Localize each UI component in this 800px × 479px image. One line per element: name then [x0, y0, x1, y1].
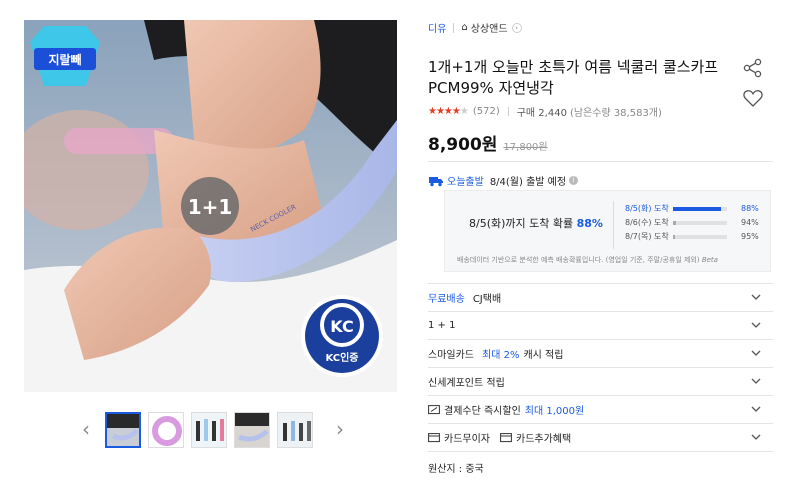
divider: [507, 107, 509, 116]
remaining-stock: (남은수량 38,583개): [569, 108, 662, 119]
bundle-label: 1 + 1: [428, 320, 456, 331]
coupon-icon: [428, 405, 440, 415]
shipping-option-row[interactable]: 무료배송 CJ택배: [428, 284, 773, 311]
svg-text:지랄빼: 지랄빼: [48, 52, 81, 67]
share-icon[interactable]: [742, 57, 764, 79]
origin-label: 원산지 : 중국: [428, 464, 484, 475]
chevron-down-icon: [751, 294, 761, 300]
smile-card-label: 스마일카드: [428, 350, 474, 361]
breadcrumb: 디유 ⌂ 상상앤드 ›: [428, 20, 522, 35]
credit-card-icon: [500, 433, 512, 443]
delivery-note: 배송데이터 기반으로 분석한 예측 배송확률입니다. (영업일 기준, 주말/공…: [457, 256, 718, 264]
sale-price: 8,900원: [428, 135, 498, 155]
thumbnail[interactable]: [234, 412, 270, 448]
brand-link[interactable]: 디유: [428, 20, 446, 35]
instant-discount-label: 결제수단 즉시할인: [444, 406, 521, 417]
thumbnail[interactable]: [277, 412, 313, 448]
home-icon: ⌂: [461, 22, 468, 33]
svg-text:KC: KC: [330, 317, 353, 336]
divider: [613, 201, 614, 249]
truck-icon: [429, 176, 443, 186]
chevron-down-icon: [751, 350, 761, 356]
dispatch-date: 8/4(월) 출발 예정: [489, 177, 567, 188]
heart-icon[interactable]: [742, 87, 764, 109]
chevron-down-icon: [751, 434, 761, 440]
carrier-label: CJ택배: [472, 294, 502, 305]
product-main-image[interactable]: NECK COOLER 1+1 KC KC인증 지랄빼: [24, 20, 397, 392]
smile-card-rate: 최대 2%: [482, 350, 520, 361]
thumbnail[interactable]: [105, 412, 141, 448]
star-rating-icon: ★★★★★: [428, 106, 469, 117]
arrival-distribution-row: 8/5(화) 도착 88%: [625, 204, 759, 213]
arrival-distribution-row: 8/6(수) 도착 94%: [625, 218, 759, 227]
card-benefit-row[interactable]: 카드무이자 카드추가혜택: [428, 424, 773, 451]
arrival-probability: 8/5(화)까지 도착 확률 88%: [469, 217, 603, 230]
price-block: 8,900원 17,800원: [428, 130, 548, 155]
thumbnail[interactable]: [191, 412, 227, 448]
product-detail-panel: 디유 ⌂ 상상앤드 › 1개+1개 오늘만 초특가 여름 넥쿨러 쿨스카프 PC…: [428, 0, 773, 479]
chevron-down-icon: [751, 322, 761, 328]
smile-card-suffix: 캐시 적립: [523, 350, 564, 361]
instant-discount-max: 최대 1,000원: [524, 406, 585, 417]
thumbnail-strip: ‹ ›: [24, 408, 397, 452]
shop-link[interactable]: 상상앤드: [471, 20, 508, 35]
divider: [453, 22, 455, 33]
bundle-option-row[interactable]: 1 + 1: [428, 312, 773, 339]
shinsegae-point-row[interactable]: 신세계포인트 적립: [428, 368, 773, 395]
smile-card-row[interactable]: 스마일카드 최대 2% 캐시 적립: [428, 340, 773, 367]
free-shipping-label: 무료배송: [428, 294, 465, 305]
info-icon[interactable]: i: [569, 176, 579, 185]
shipping-dispatch: 오늘출발 8/4(월) 출발 예정 i: [428, 173, 579, 188]
chevron-down-icon: [751, 378, 761, 384]
review-count[interactable]: (572): [473, 106, 500, 117]
kc-cert-label: KC인증: [325, 351, 358, 364]
thumb-prev-arrow-icon[interactable]: ‹: [78, 418, 94, 440]
divider: [428, 451, 773, 452]
purchase-count: 구매 2,440: [516, 108, 567, 119]
rating-summary: ★★★★★ (572) 구매 2,440 (남은수량 38,583개): [428, 104, 662, 119]
chevron-down-icon: [751, 406, 761, 412]
product-title: 1개+1개 오늘만 초특가 여름 넥쿨러 쿨스카프 PCM99% 자연냉각: [428, 58, 719, 97]
card-benefit-label[interactable]: 카드추가혜택: [516, 430, 571, 445]
one-plus-one-badge: 1+1: [188, 195, 233, 219]
arrival-distribution-row: 8/7(목) 도착 95%: [625, 232, 759, 241]
shinsegae-point-label: 신세계포인트 적립: [428, 378, 505, 389]
interest-free-label[interactable]: 카드무이자: [444, 430, 490, 445]
credit-card-icon: [428, 433, 440, 443]
original-price: 17,800원: [503, 142, 548, 153]
divider: [428, 161, 773, 162]
thumbnail[interactable]: [148, 412, 184, 448]
thumb-next-arrow-icon[interactable]: ›: [332, 418, 348, 440]
chevron-right-icon[interactable]: ›: [511, 22, 522, 33]
delivery-probability-box: 8/5(화)까지 도착 확률 88% 8/5(화) 도착 88% 8/6(수) …: [444, 190, 771, 272]
instant-discount-row[interactable]: 결제수단 즉시할인 최대 1,000원: [428, 396, 773, 423]
today-dispatch-label: 오늘출발: [447, 177, 484, 188]
